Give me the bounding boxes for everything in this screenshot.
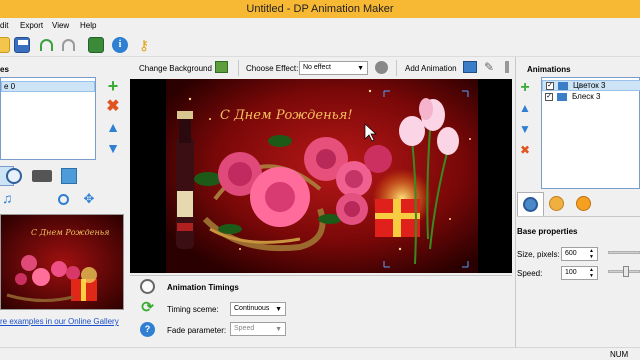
timing-scheme-select[interactable]: Continuous ▼ bbox=[230, 302, 286, 316]
left-panel-header: es bbox=[0, 65, 9, 74]
spinner-icon[interactable]: ▲ ▼ bbox=[589, 248, 594, 260]
timing-scheme-label: Timing sceme: bbox=[167, 305, 219, 314]
delete-animation-icon[interactable]: ✖ bbox=[519, 144, 531, 156]
choose-effect-label: Choose Effect: bbox=[246, 64, 299, 73]
animation-timings-title: Animation Timings bbox=[167, 283, 239, 292]
main-toolbar: i ⚷ bbox=[0, 33, 640, 57]
window-title: Untitled - DP Animation Maker bbox=[246, 3, 394, 15]
animation-icon bbox=[557, 93, 567, 101]
online-gallery-link[interactable]: re examples in our Online Gallery bbox=[0, 317, 119, 326]
move-up-icon[interactable]: ▲ bbox=[519, 102, 531, 114]
refresh-icon: ⟳ bbox=[141, 299, 154, 316]
tab-base-properties[interactable] bbox=[517, 192, 544, 216]
info-icon[interactable]: i bbox=[112, 37, 128, 53]
size-label: Size, pixels: bbox=[517, 250, 560, 259]
help-icon[interactable]: ? bbox=[140, 322, 155, 337]
undo-icon[interactable] bbox=[40, 39, 53, 51]
canvas-image: С Днем Рожденья! bbox=[166, 79, 478, 273]
checkbox-icon[interactable]: ✓ bbox=[545, 93, 553, 101]
preview-image: С Днем Рожденья bbox=[1, 215, 123, 309]
add-icon[interactable]: + bbox=[106, 77, 120, 95]
zoom-icon[interactable] bbox=[58, 194, 69, 205]
effect-select[interactable]: No effect ▼ bbox=[299, 61, 368, 75]
speed-label: Speed: bbox=[517, 269, 543, 278]
chevron-down-icon: ▼ bbox=[357, 65, 364, 72]
stopwatch-icon bbox=[140, 279, 155, 294]
clock-icon[interactable] bbox=[6, 168, 22, 184]
speed-slider[interactable] bbox=[608, 266, 640, 277]
add-animation-icon[interactable] bbox=[463, 61, 477, 73]
timing-scheme-value: Continuous bbox=[234, 305, 270, 312]
spinner-icon[interactable]: ▲ ▼ bbox=[589, 267, 594, 279]
speed-value: 100 bbox=[565, 269, 577, 276]
move-up-icon[interactable]: ▲ bbox=[106, 120, 120, 134]
animations-title: Animations bbox=[527, 65, 571, 74]
preview-greeting: С Днем Рожденья bbox=[31, 228, 109, 237]
size-slider[interactable] bbox=[608, 251, 640, 254]
redo-icon[interactable] bbox=[62, 39, 75, 51]
fit-icon[interactable]: ✥ bbox=[82, 192, 96, 206]
list-item[interactable]: ✓ Блеск 3 bbox=[542, 92, 640, 103]
base-properties-title: Base properties bbox=[517, 227, 578, 236]
menu-bar: dit Export View Help bbox=[0, 18, 640, 33]
gear-icon bbox=[523, 197, 538, 212]
delete-icon[interactable]: ✖ bbox=[106, 99, 120, 115]
animation-name: Цветок 3 bbox=[573, 81, 606, 90]
fade-parameter-select[interactable]: Speed ▼ bbox=[230, 322, 286, 336]
canvas-greeting: С Днем Рожденья! bbox=[220, 108, 353, 123]
slider-thumb[interactable] bbox=[623, 266, 629, 277]
menu-export[interactable]: Export bbox=[20, 18, 43, 33]
fade-parameter-label: Fade parameter: bbox=[167, 326, 227, 335]
effects-icon[interactable] bbox=[576, 196, 591, 211]
open-folder-icon[interactable] bbox=[0, 37, 10, 53]
checkbox-icon[interactable]: ✓ bbox=[546, 82, 554, 90]
animation-icon bbox=[558, 82, 568, 90]
size-value: 600 bbox=[565, 250, 577, 257]
size-input[interactable]: 600 ▲ ▼ bbox=[561, 247, 598, 261]
change-background-button[interactable]: Change Background bbox=[139, 64, 212, 73]
effect-settings-icon[interactable] bbox=[375, 61, 388, 74]
add-animation-label: Add Animation bbox=[405, 64, 457, 73]
preview-thumbnail: С Днем Рожденья bbox=[0, 214, 124, 310]
key-icon[interactable]: ⚷ bbox=[136, 37, 152, 53]
menu-help[interactable]: Help bbox=[80, 18, 96, 33]
palette-icon[interactable] bbox=[549, 196, 564, 211]
brush-icon[interactable]: ✎ bbox=[484, 60, 496, 74]
move-down-icon[interactable]: ▼ bbox=[519, 123, 531, 135]
num-lock-indicator: NUM bbox=[610, 350, 629, 359]
move-down-icon[interactable]: ▼ bbox=[106, 141, 120, 155]
menu-edit[interactable]: dit bbox=[0, 18, 8, 33]
chevron-down-icon: ▼ bbox=[275, 306, 282, 313]
list-item[interactable]: e 0 bbox=[1, 81, 95, 92]
export-icon[interactable] bbox=[88, 37, 104, 53]
chevron-down-icon: ▼ bbox=[275, 326, 282, 333]
list-item[interactable]: ✓ Цветок 3 bbox=[542, 80, 640, 91]
save-icon[interactable] bbox=[14, 37, 30, 53]
canvas-area[interactable]: С Днем Рожденья! bbox=[130, 79, 512, 273]
fade-parameter-value: Speed bbox=[234, 325, 255, 332]
status-bar: NUM bbox=[0, 347, 640, 360]
menu-view[interactable]: View bbox=[52, 18, 69, 33]
music-icon[interactable]: ♫ bbox=[2, 190, 16, 206]
pin-icon[interactable] bbox=[505, 61, 509, 73]
camera-icon[interactable] bbox=[32, 170, 52, 182]
add-animation-item-icon[interactable]: + bbox=[519, 80, 531, 96]
effect-select-value: No effect bbox=[303, 64, 331, 71]
scene-list[interactable]: e 0 bbox=[0, 77, 96, 160]
speed-input[interactable]: 100 ▲ ▼ bbox=[561, 266, 598, 280]
animation-name: Блеск 3 bbox=[572, 92, 601, 101]
animations-list[interactable]: ✓ Цветок 3 ✓ Блеск 3 bbox=[541, 77, 640, 189]
background-image-icon[interactable] bbox=[215, 61, 228, 73]
image-icon[interactable] bbox=[61, 168, 77, 184]
